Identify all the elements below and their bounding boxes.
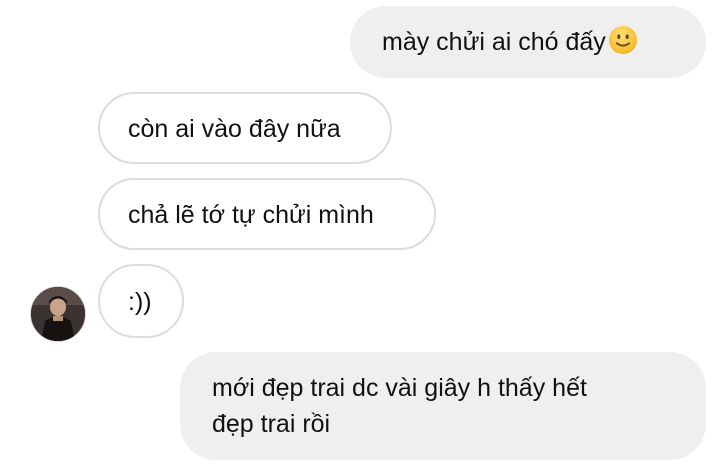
received-message-bubble[interactable]: :)) <box>98 264 184 338</box>
message-text: chả lẽ tớ tự chửi mình <box>128 201 374 229</box>
person-avatar-icon <box>31 287 85 341</box>
message-text: mày chửi ai chó đấy <box>382 28 606 56</box>
message-text: :)) <box>128 288 152 316</box>
received-message-bubble[interactable]: chả lẽ tớ tự chửi mình <box>98 178 436 250</box>
sender-avatar[interactable] <box>30 286 86 342</box>
message-text: còn ai vào đây nữa <box>128 115 341 143</box>
received-message-bubble[interactable]: còn ai vào đây nữa <box>98 92 392 164</box>
slightly-smiling-face-icon <box>608 25 637 55</box>
sent-message-bubble[interactable]: mới đẹp trai dc vài giây h thấy hết đẹp … <box>180 352 706 460</box>
sent-message-bubble[interactable]: mày chửi ai chó đấy <box>350 6 706 78</box>
message-text-line: đẹp trai rồi <box>212 410 331 438</box>
message-text-line: mới đẹp trai dc vài giây h thấy hết <box>212 374 587 402</box>
